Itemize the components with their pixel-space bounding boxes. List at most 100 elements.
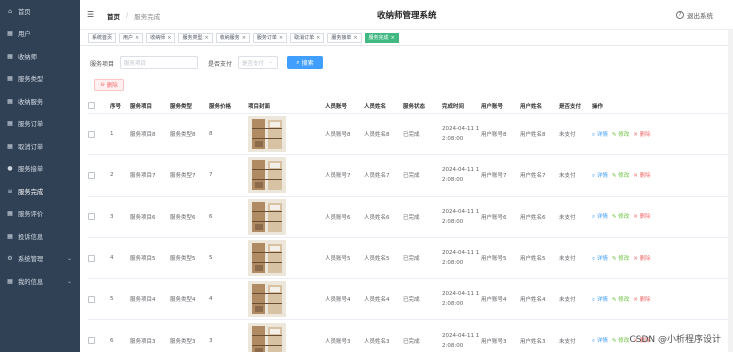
staff-acc-cell: 人员账号5: [325, 256, 351, 263]
paid-cell: 未支付: [559, 338, 576, 345]
close-icon[interactable]: ×: [204, 35, 208, 41]
close-icon[interactable]: ×: [353, 35, 357, 41]
edit-button[interactable]: ✎ 修改: [612, 130, 629, 139]
breadcrumb-current: 服务完成: [134, 13, 161, 21]
delete-button[interactable]: ✕ 删除: [633, 254, 650, 263]
sidebar-item[interactable]: ▦ 用户: [0, 23, 80, 46]
tab-tag[interactable]: 服务订单 ×: [252, 32, 288, 43]
search-icon: ⌕: [296, 58, 300, 66]
detail-button[interactable]: ⌕ 详情: [592, 212, 608, 221]
close-icon[interactable]: ×: [135, 35, 139, 41]
user-acc-cell: 用户账号6: [481, 214, 507, 221]
batch-delete-button[interactable]: ⊖ 删除: [94, 79, 124, 91]
page-scrollbar[interactable]: [728, 30, 733, 352]
sidebar-item[interactable]: ● 服务接单: [0, 158, 80, 181]
paid-select[interactable]: 是否支付 ⌄: [238, 56, 278, 69]
row-checkbox[interactable]: [88, 171, 95, 179]
close-icon[interactable]: ×: [242, 35, 246, 41]
cover-image[interactable]: [248, 281, 286, 318]
delete-button[interactable]: ✕ 删除: [633, 295, 650, 304]
sidebar-item[interactable]: ▦ 我的信息 ⌄: [0, 270, 80, 293]
row-checkbox[interactable]: [88, 295, 95, 303]
type-cell: 服务类型6: [170, 214, 196, 221]
sidebar-item-label: 服务完成: [18, 188, 44, 196]
menu-toggle-icon[interactable]: ☰: [87, 10, 94, 19]
sidebar-item[interactable]: ⌂ 首页: [0, 0, 80, 23]
row-checkbox[interactable]: [88, 337, 95, 345]
edit-button-label: 修改: [618, 172, 630, 179]
edit-button-label: 修改: [618, 338, 630, 345]
close-icon[interactable]: ×: [316, 35, 320, 41]
search-form: 服务项目 服务项目 是否支付 是否支付 ⌄ ⌕ 搜索: [80, 56, 733, 70]
cover-image[interactable]: [248, 116, 286, 153]
tab-tag[interactable]: 服务接单 ×: [327, 32, 362, 43]
logout-button[interactable]: ? 退出系统: [676, 10, 713, 20]
tab-tag[interactable]: 服务完成 ×: [364, 32, 399, 43]
delete-button[interactable]: ✕ 删除: [633, 212, 650, 221]
tab-tag[interactable]: 收纳师 ×: [146, 32, 176, 43]
price-cell: 8: [209, 131, 213, 138]
cover-image[interactable]: [248, 198, 286, 235]
edit-button[interactable]: ✎ 修改: [612, 171, 629, 180]
sidebar-item[interactable]: ≡ 服务完成: [0, 180, 80, 203]
detail-button[interactable]: ⌕ 详情: [592, 130, 608, 139]
row-checkbox[interactable]: [88, 254, 95, 262]
detail-button-label: 详情: [596, 296, 608, 303]
close-icon[interactable]: ×: [167, 35, 171, 41]
sidebar-item[interactable]: ▦ 投诉信息: [0, 225, 80, 248]
finish-clock: 2:08:00: [442, 177, 464, 184]
tab-tag[interactable]: 用户 ×: [119, 32, 144, 43]
close-icon[interactable]: ×: [391, 35, 395, 41]
tab-tag[interactable]: 收纳服务 ×: [215, 32, 250, 43]
cover-cell: [248, 198, 325, 235]
row-checkbox[interactable]: [88, 130, 95, 138]
detail-button[interactable]: ⌕ 详情: [592, 254, 608, 263]
search-button[interactable]: ⌕ 搜索: [287, 56, 323, 69]
sidebar-item[interactable]: ▦ 服务评价: [0, 203, 80, 226]
detail-button-label: 详情: [596, 214, 608, 221]
service-item-input[interactable]: 服务项目: [120, 56, 198, 69]
no-cell: 1: [110, 131, 114, 138]
staff-acc-cell: 人员账号4: [325, 297, 351, 304]
delete-button[interactable]: ✕ 删除: [633, 171, 650, 180]
actions-cell: ⌕ 详情 ✎ 修改 ✕ 删除: [592, 254, 667, 263]
sidebar: ⌂ 首页 ▦ 用户 ▦ 收纳师 ▦ 服务类型 ▦ 收纳服务 ▦ 服务订单 ▦ 取消订单 ● 服务接单 ≡ 服务完成…: [0, 0, 80, 352]
price-cell: 4: [209, 296, 213, 303]
tab-tag[interactable]: 取消订单 ×: [290, 32, 325, 43]
breadcrumb-home[interactable]: 首页: [107, 11, 120, 21]
finish-time-cell: 2024-04-11 1 2:08:00: [442, 209, 481, 225]
sidebar-item[interactable]: ▦ 服务订单: [0, 113, 80, 136]
cover-cell: [248, 281, 325, 318]
edit-button[interactable]: ✎ 修改: [612, 295, 629, 304]
close-icon[interactable]: ×: [279, 35, 283, 41]
user-name-cell: 用户姓名3: [520, 338, 546, 345]
detail-button[interactable]: ⌕ 详情: [592, 295, 608, 304]
sidebar-item[interactable]: ▦ 收纳师: [0, 45, 80, 68]
search-button-label: 搜索: [301, 60, 314, 67]
item-cell: 服务项目4: [130, 297, 156, 304]
sidebar-item[interactable]: ⚙ 系统管理 ⌄: [0, 248, 80, 271]
edit-button[interactable]: ✎ 修改: [612, 212, 629, 221]
detail-button[interactable]: ⌕ 详情: [592, 171, 608, 180]
row-checkbox[interactable]: [88, 213, 95, 221]
sidebar-item[interactable]: ▦ 收纳服务: [0, 90, 80, 113]
grid-icon: ▦: [7, 277, 13, 285]
select-all-checkbox[interactable]: [88, 102, 95, 109]
tab-tag[interactable]: 系统首页: [88, 32, 117, 43]
column-header: 服务项目: [130, 103, 153, 110]
tab-tag[interactable]: 服务类型 ×: [178, 32, 213, 43]
cover-image[interactable]: [248, 322, 286, 352]
delete-button[interactable]: ✕ 删除: [633, 130, 650, 139]
price-cell: 5: [209, 255, 213, 262]
edit-button[interactable]: ✎ 修改: [612, 336, 629, 345]
paid-cell: 未支付: [559, 173, 576, 180]
cover-image[interactable]: [248, 240, 286, 277]
column-header: 用户账号: [481, 103, 504, 110]
column-header: 项目封面: [248, 103, 271, 110]
edit-button[interactable]: ✎ 修改: [612, 254, 629, 263]
detail-button[interactable]: ⌕ 详情: [592, 336, 608, 345]
sidebar-item[interactable]: ▦ 取消订单: [0, 135, 80, 158]
no-cell: 3: [110, 213, 114, 220]
cover-image[interactable]: [248, 157, 286, 194]
sidebar-item[interactable]: ▦ 服务类型: [0, 68, 80, 91]
